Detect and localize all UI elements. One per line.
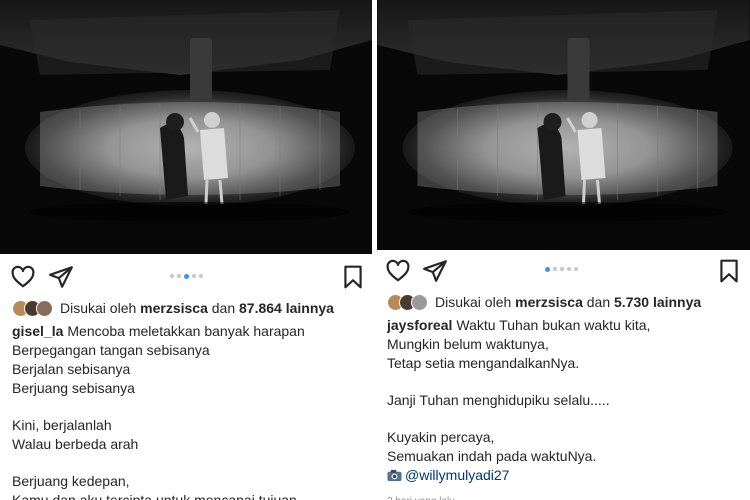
liker-username[interactable]: merzsisca xyxy=(515,294,583,310)
caption-line: Berjuang kedepan, xyxy=(12,473,130,489)
post-photo[interactable] xyxy=(377,0,750,250)
avatar xyxy=(36,299,53,317)
likes-joiner: dan xyxy=(211,300,236,316)
caption-first-line: jaysforeal Waktu Tuhan bukan waktu kita, xyxy=(387,316,750,335)
carousel-dot xyxy=(177,274,181,278)
post-photo[interactable] xyxy=(0,0,372,254)
caption-text: Mencoba meletakkan banyak harapan xyxy=(67,323,305,339)
action-bar xyxy=(0,254,372,296)
likes-text: Disukai oleh merzsisca dan 5.730 lainnya xyxy=(435,294,701,310)
caption-lines: Mungkin belum waktunya, Tetap setia menga… xyxy=(387,335,750,466)
caption-line: Berpegangan tangan sebisanya xyxy=(12,342,210,358)
photo-image xyxy=(377,0,750,250)
share-icon[interactable] xyxy=(422,258,448,284)
liker-avatars xyxy=(12,299,53,317)
caption-text: Waktu Tuhan bukan waktu kita, xyxy=(456,317,651,333)
caption-mention-line: @willymulyadi27 xyxy=(387,466,750,485)
carousel-dot xyxy=(170,274,174,278)
share-icon[interactable] xyxy=(48,264,74,290)
post-caption: jaysforeal Waktu Tuhan bukan waktu kita, … xyxy=(377,314,750,500)
carousel-dot xyxy=(560,267,564,271)
caption-line: Tetap setia mengandalkanNya. xyxy=(387,355,580,371)
caption-username[interactable]: gisel_la xyxy=(12,323,63,339)
likes-prefix: Disukai oleh xyxy=(435,294,512,310)
caption-line: Walau berbeda arah xyxy=(12,436,139,452)
carousel-dot xyxy=(567,267,571,271)
caption-line: Semuakan indah pada waktuNya. xyxy=(387,448,597,464)
carousel-dot xyxy=(574,267,578,271)
right-post: Disukai oleh merzsisca dan 5.730 lainnya… xyxy=(377,0,750,500)
likes-text: Disukai oleh merzsisca dan 87.864 lainny… xyxy=(60,300,334,316)
left-post: Disukai oleh merzsisca dan 87.864 lainny… xyxy=(0,0,372,500)
liker-username[interactable]: merzsisca xyxy=(140,300,208,316)
photo-image xyxy=(0,0,372,254)
carousel-indicator xyxy=(545,266,578,273)
likes-prefix: Disukai oleh xyxy=(60,300,137,316)
likes-summary[interactable]: Disukai oleh merzsisca dan 5.730 lainnya xyxy=(377,290,750,314)
carousel-indicator xyxy=(170,273,203,280)
post-timestamp: 2 hari yang lalu xyxy=(387,492,750,500)
mention-link[interactable]: @willymulyadi27 xyxy=(405,467,509,483)
heart-icon[interactable] xyxy=(385,258,411,284)
bookmark-icon[interactable] xyxy=(340,264,366,290)
likes-count[interactable]: 87.864 lainnya xyxy=(239,300,334,316)
carousel-dot-active xyxy=(545,266,550,272)
carousel-dot xyxy=(199,274,203,278)
carousel-dot xyxy=(192,274,196,278)
caption-lines: Berpegangan tangan sebisanya Berjalan seb… xyxy=(12,341,372,500)
likes-count[interactable]: 5.730 lainnya xyxy=(614,294,701,310)
caption-line: Kini, berjalanlah xyxy=(12,417,112,433)
caption-first-line: gisel_la Mencoba meletakkan banyak harapa… xyxy=(12,322,372,341)
carousel-dot xyxy=(553,267,557,271)
caption-line: Berjuang sebisanya xyxy=(12,380,135,396)
caption-line: Janji Tuhan menghidupiku selalu..... xyxy=(387,392,610,408)
bookmark-icon[interactable] xyxy=(716,258,742,284)
camera-icon xyxy=(387,469,402,482)
caption-line: Kuyakin percaya, xyxy=(387,429,495,445)
likes-summary[interactable]: Disukai oleh merzsisca dan 87.864 lainny… xyxy=(0,296,372,320)
caption-username[interactable]: jaysforeal xyxy=(387,317,452,333)
caption-line: Kamu dan aku tercipta untuk mencapai tuj… xyxy=(12,492,297,500)
caption-line: Berjalan sebisanya xyxy=(12,361,131,377)
post-caption: gisel_la Mencoba meletakkan banyak harapa… xyxy=(0,320,372,500)
avatar xyxy=(411,293,428,311)
heart-icon[interactable] xyxy=(10,264,36,290)
caption-line: Mungkin belum waktunya, xyxy=(387,336,549,352)
carousel-dot-active xyxy=(184,273,189,279)
liker-avatars xyxy=(387,293,428,311)
action-bar xyxy=(377,250,750,292)
likes-joiner: dan xyxy=(586,294,611,310)
